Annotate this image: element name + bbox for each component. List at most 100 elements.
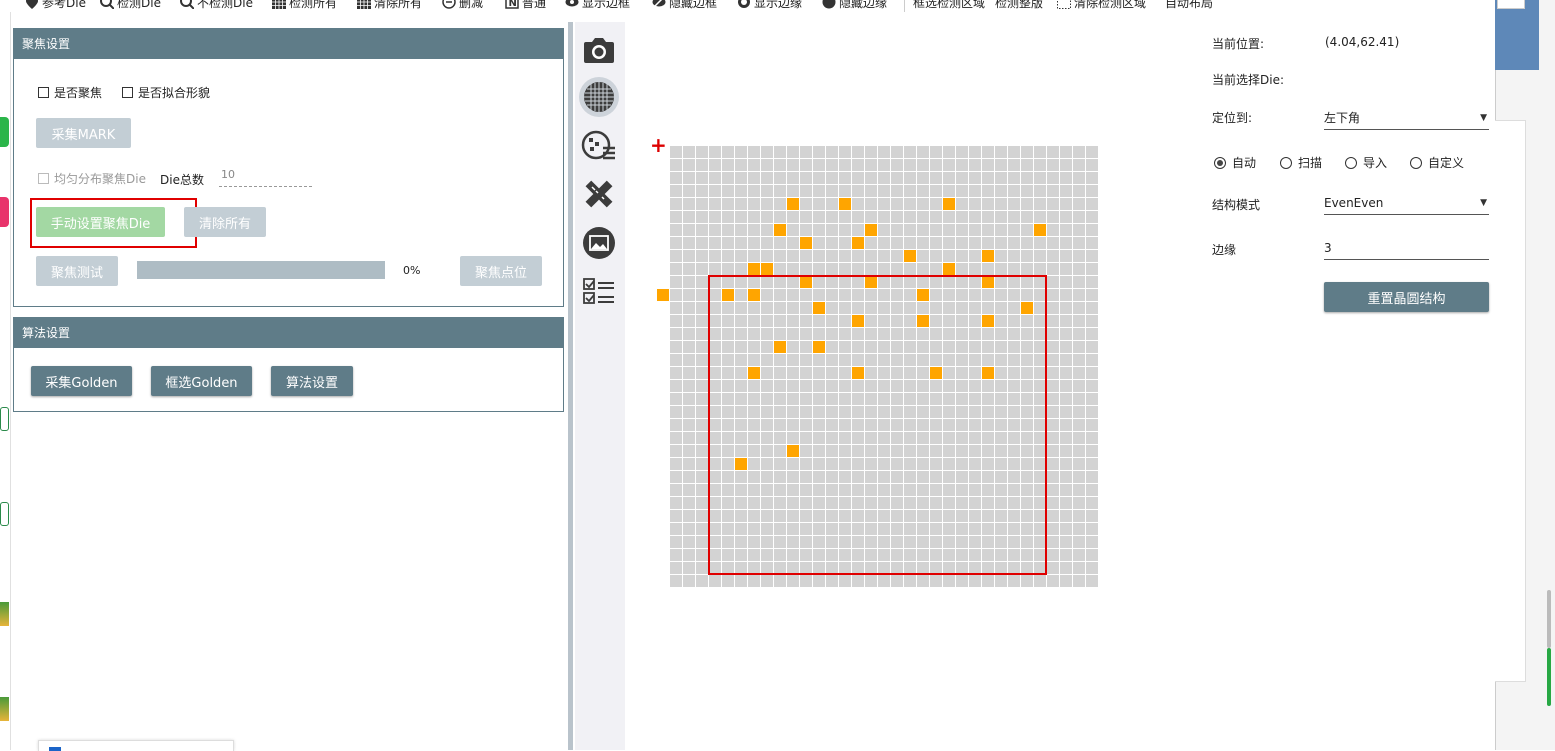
die-cell[interactable]: [839, 172, 851, 184]
focus-point-button[interactable]: 聚焦点位: [460, 256, 542, 286]
die-cell[interactable]: [683, 185, 695, 197]
die-cell[interactable]: [696, 523, 708, 535]
die-cell[interactable]: [1073, 276, 1085, 288]
die-cell[interactable]: [1060, 562, 1072, 574]
die-cell-selected[interactable]: [982, 250, 994, 262]
die-cell[interactable]: [1086, 328, 1098, 340]
die-cell[interactable]: [748, 146, 760, 158]
die-cell[interactable]: [878, 185, 890, 197]
die-cell[interactable]: [735, 185, 747, 197]
die-cell[interactable]: [1086, 406, 1098, 418]
die-cell-selected[interactable]: [761, 263, 773, 275]
reset-wafer-structure-button[interactable]: 重置晶圆结构: [1324, 282, 1489, 312]
die-cell[interactable]: [1034, 185, 1046, 197]
die-cell[interactable]: [1073, 211, 1085, 223]
die-cell[interactable]: [878, 198, 890, 210]
die-cell[interactable]: [722, 224, 734, 236]
die-cell[interactable]: [696, 419, 708, 431]
toolbar-show-frame[interactable]: 显示边框: [565, 0, 630, 11]
die-cell[interactable]: [787, 237, 799, 249]
die-cell[interactable]: [670, 432, 682, 444]
die-cell[interactable]: [1060, 276, 1072, 288]
die-cell[interactable]: [670, 315, 682, 327]
die-cell[interactable]: [943, 250, 955, 262]
die-cell-selected[interactable]: [839, 198, 851, 210]
die-cell[interactable]: [683, 276, 695, 288]
die-cell[interactable]: [800, 263, 812, 275]
die-cell[interactable]: [813, 185, 825, 197]
die-cell[interactable]: [1060, 224, 1072, 236]
die-cell[interactable]: [774, 211, 786, 223]
die-cell[interactable]: [1073, 185, 1085, 197]
die-cell[interactable]: [1047, 224, 1059, 236]
die-cell[interactable]: [696, 510, 708, 522]
toolbar-auto-layout[interactable]: 自动布局: [1165, 0, 1213, 11]
die-cell[interactable]: [826, 224, 838, 236]
die-cell[interactable]: [1060, 432, 1072, 444]
die-cell[interactable]: [852, 185, 864, 197]
die-cell[interactable]: [774, 237, 786, 249]
die-cell[interactable]: [800, 185, 812, 197]
die-cell[interactable]: [852, 146, 864, 158]
die-cell[interactable]: [735, 250, 747, 262]
toolbar-reduce[interactable]: 删减: [442, 0, 483, 11]
toolbar-clear-region[interactable]: 清除检测区域: [1057, 0, 1146, 11]
checkbox-box[interactable]: [38, 87, 49, 98]
toolbar-normal[interactable]: N 普通: [505, 0, 546, 11]
die-cell[interactable]: [891, 198, 903, 210]
die-cell[interactable]: [683, 172, 695, 184]
focus-test-button[interactable]: 聚焦测试: [36, 256, 118, 286]
die-cell[interactable]: [904, 172, 916, 184]
die-cell[interactable]: [787, 146, 799, 158]
die-cell[interactable]: [839, 159, 851, 171]
die-cell[interactable]: [891, 263, 903, 275]
die-cell[interactable]: [1047, 562, 1059, 574]
die-cell[interactable]: [800, 198, 812, 210]
die-cell[interactable]: [1047, 276, 1059, 288]
die-cell[interactable]: [1073, 445, 1085, 457]
toolbar-ref-die[interactable]: 参考Die: [25, 0, 86, 11]
die-cell[interactable]: [865, 575, 877, 587]
die-cell[interactable]: [995, 250, 1007, 262]
die-cell[interactable]: [683, 484, 695, 496]
toolbar-hide-frame[interactable]: 隐藏边框: [652, 0, 717, 11]
die-cell[interactable]: [761, 211, 773, 223]
die-cell[interactable]: [826, 185, 838, 197]
die-cell[interactable]: [670, 341, 682, 353]
die-cell[interactable]: [956, 211, 968, 223]
die-cell[interactable]: [670, 562, 682, 574]
die-cell[interactable]: [1060, 510, 1072, 522]
die-cell[interactable]: [1086, 315, 1098, 327]
die-cell[interactable]: [1047, 458, 1059, 470]
die-cell[interactable]: [1073, 380, 1085, 392]
die-cell[interactable]: [1060, 419, 1072, 431]
die-cell[interactable]: [722, 198, 734, 210]
die-cell[interactable]: [761, 237, 773, 249]
die-cell[interactable]: [826, 237, 838, 249]
die-cell[interactable]: [683, 146, 695, 158]
die-cell[interactable]: [1060, 575, 1072, 587]
die-cell[interactable]: [1086, 185, 1098, 197]
die-cell[interactable]: [1086, 523, 1098, 535]
die-cell[interactable]: [1060, 445, 1072, 457]
die-cell[interactable]: [696, 224, 708, 236]
die-cell[interactable]: [943, 211, 955, 223]
die-cell[interactable]: [969, 575, 981, 587]
die-cell[interactable]: [904, 185, 916, 197]
die-cell[interactable]: [1047, 289, 1059, 301]
die-cell[interactable]: [865, 211, 877, 223]
die-cell[interactable]: [1086, 380, 1098, 392]
die-cell[interactable]: [1060, 159, 1072, 171]
die-cell[interactable]: [1073, 393, 1085, 405]
die-cell[interactable]: [774, 575, 786, 587]
die-cell[interactable]: [995, 224, 1007, 236]
die-cell[interactable]: [735, 146, 747, 158]
die-cell[interactable]: [943, 146, 955, 158]
die-cell[interactable]: [852, 198, 864, 210]
die-cell[interactable]: [1034, 250, 1046, 262]
die-cell[interactable]: [956, 575, 968, 587]
die-cell[interactable]: [982, 159, 994, 171]
die-cell[interactable]: [1086, 432, 1098, 444]
die-cell[interactable]: [891, 250, 903, 262]
die-cell[interactable]: [1086, 146, 1098, 158]
